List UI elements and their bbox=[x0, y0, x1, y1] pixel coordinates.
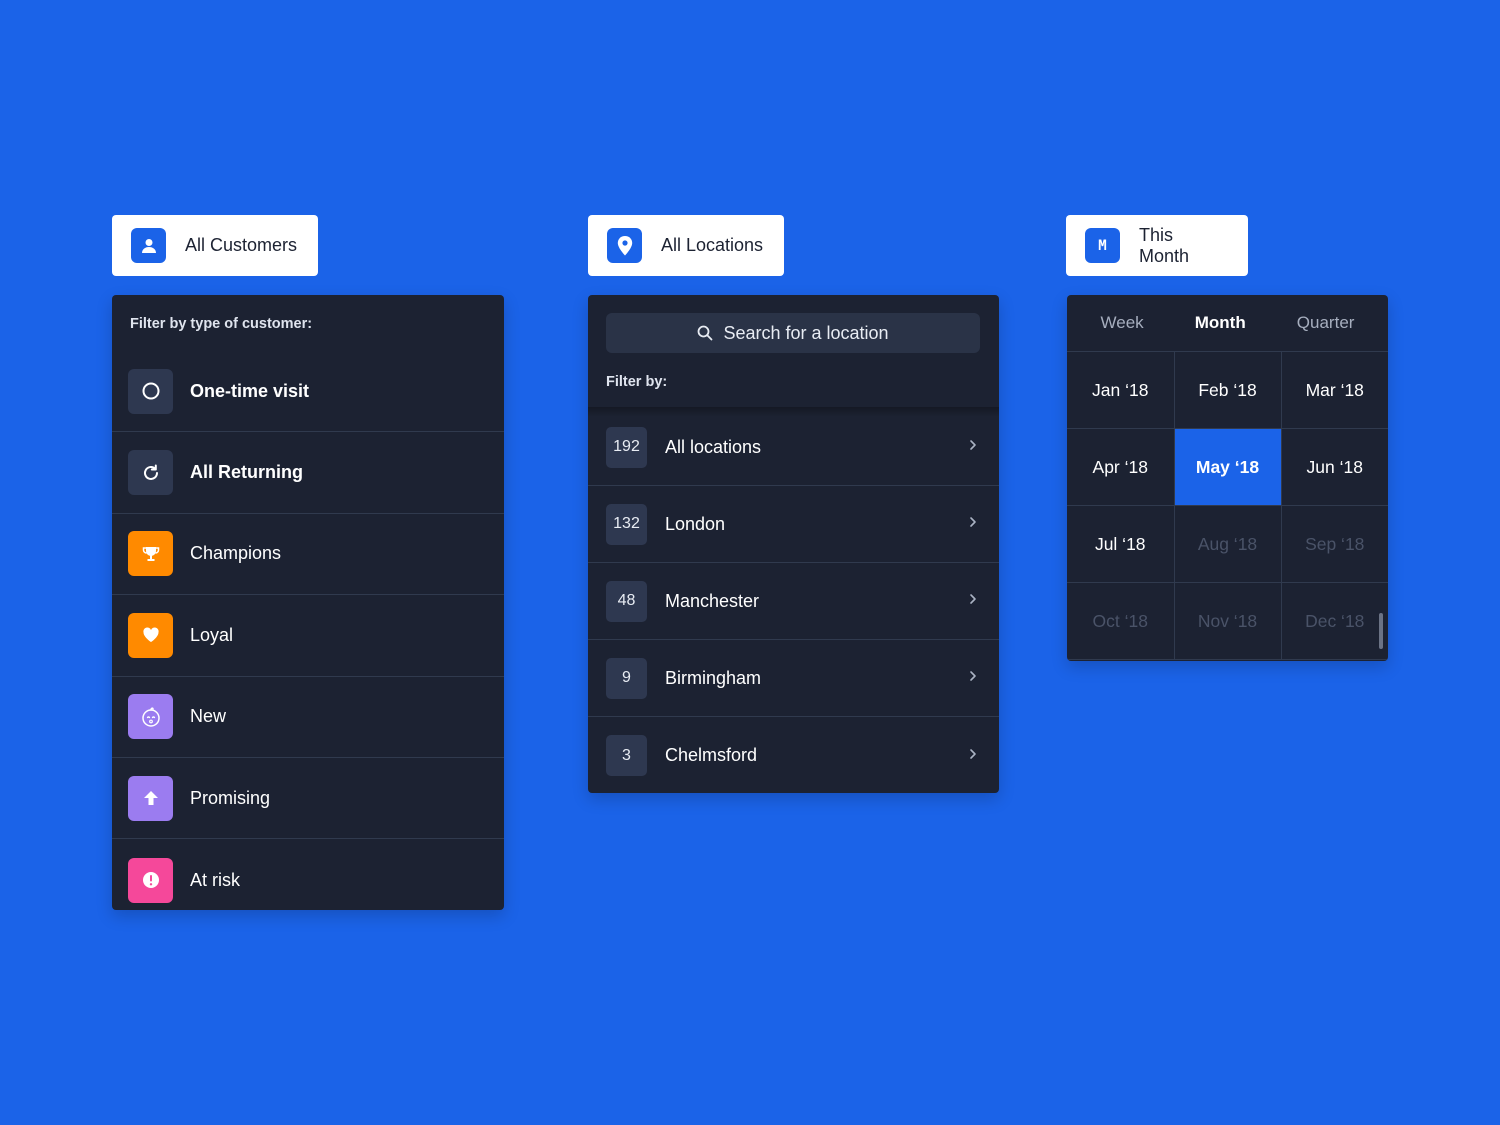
location-count-badge: 132 bbox=[606, 503, 647, 545]
location-filter-panel: Search for a location Filter by: 192 All … bbox=[588, 295, 999, 793]
heart-icon bbox=[128, 612, 173, 658]
all-customers-button[interactable]: All Customers bbox=[112, 215, 318, 276]
customer-type-all-returning[interactable]: All Returning bbox=[112, 432, 504, 514]
customer-type-label: All Returning bbox=[190, 462, 303, 483]
this-month-button[interactable]: M This Month bbox=[1066, 215, 1248, 276]
month-cell[interactable]: Mar ‘18 bbox=[1281, 352, 1388, 429]
customer-type-label: At risk bbox=[190, 869, 241, 890]
period-picker-panel: Week Month Quarter Jan ‘18 Feb ‘18 Mar ‘18 Ap… bbox=[1067, 295, 1388, 661]
month-cell: Nov ‘18 bbox=[1174, 583, 1282, 660]
chevron-right-icon bbox=[969, 515, 977, 533]
search-icon bbox=[698, 325, 713, 341]
month-cell[interactable]: Feb ‘18 bbox=[1174, 352, 1282, 429]
month-cell[interactable]: Jun ‘18 bbox=[1281, 429, 1388, 506]
month-cell[interactable]: Apr ‘18 bbox=[1067, 429, 1175, 506]
month-cell: Oct ‘18 bbox=[1067, 583, 1175, 660]
customer-type-champions[interactable]: Champions bbox=[112, 514, 504, 596]
tab-month[interactable]: Month bbox=[1195, 313, 1246, 333]
list-shadow bbox=[588, 407, 999, 417]
customer-type-label: Loyal bbox=[190, 624, 234, 645]
location-label: All locations bbox=[665, 436, 762, 457]
tab-quarter[interactable]: Quarter bbox=[1297, 313, 1355, 333]
location-row-chelmsford[interactable]: 3 Chelmsford bbox=[588, 717, 999, 793]
month-cell[interactable]: Jan ‘18 bbox=[1067, 352, 1175, 429]
location-label: Birmingham bbox=[665, 667, 762, 688]
customer-filter-panel: Filter by type of customer: One-time vis… bbox=[112, 295, 504, 910]
location-count-badge: 48 bbox=[606, 580, 647, 622]
customer-type-new[interactable]: New bbox=[112, 677, 504, 758]
trophy-icon bbox=[128, 531, 173, 577]
chevron-right-icon bbox=[969, 669, 977, 687]
this-month-label: This Month bbox=[1138, 224, 1190, 266]
location-filter-heading: Filter by: bbox=[606, 374, 668, 390]
location-label: Chelmsford bbox=[665, 745, 758, 765]
customer-type-label: One-time visit bbox=[190, 380, 310, 401]
chevron-right-icon bbox=[969, 747, 977, 765]
all-locations-button[interactable]: All Locations bbox=[588, 215, 784, 276]
month-cell: Aug ‘18 bbox=[1174, 506, 1282, 583]
customer-type-label: Promising bbox=[190, 787, 271, 808]
period-tabs: Week Month Quarter bbox=[1067, 295, 1388, 352]
location-pin-icon bbox=[607, 228, 642, 263]
month-cell: Dec ‘18 bbox=[1281, 583, 1388, 660]
circle-outline-icon bbox=[128, 368, 173, 414]
scrollbar[interactable] bbox=[1379, 613, 1383, 649]
all-locations-label: All Locations bbox=[661, 235, 764, 255]
arrow-up-icon bbox=[128, 775, 173, 821]
location-count-badge: 9 bbox=[606, 657, 647, 699]
location-label: London bbox=[665, 513, 726, 534]
location-row-all-locations[interactable]: 192 All locations bbox=[588, 409, 999, 486]
customer-type-at-risk[interactable]: At risk bbox=[112, 839, 504, 910]
chevron-right-icon bbox=[969, 592, 977, 610]
search-placeholder: Search for a location bbox=[723, 322, 889, 343]
chevron-right-icon bbox=[969, 438, 977, 456]
month-letter-icon: M bbox=[1085, 228, 1120, 263]
location-list: 192 All locations 132 London 48 Manchester 9 Bi… bbox=[588, 409, 999, 793]
customer-type-label: Champions bbox=[190, 543, 282, 564]
location-count-badge: 192 bbox=[606, 426, 647, 468]
refresh-icon bbox=[128, 450, 173, 496]
location-count-badge: 3 bbox=[606, 735, 647, 776]
customer-type-one-time-visit[interactable]: One-time visit bbox=[112, 351, 504, 433]
alert-icon bbox=[128, 857, 173, 903]
customer-type-list: One-time visit All Returning Champions Loya… bbox=[112, 351, 504, 910]
month-cell[interactable]: Jul ‘18 bbox=[1067, 506, 1175, 583]
location-row-birmingham[interactable]: 9 Birmingham bbox=[588, 640, 999, 717]
location-label: Manchester bbox=[665, 590, 760, 611]
month-cell: Sep ‘18 bbox=[1281, 506, 1388, 583]
month-cell[interactable]: May ‘18 bbox=[1174, 429, 1282, 506]
month-grid: Jan ‘18 Feb ‘18 Mar ‘18 Apr ‘18 May ‘18 Jun ‘… bbox=[1067, 352, 1388, 660]
tab-week[interactable]: Week bbox=[1101, 313, 1144, 333]
customer-type-loyal[interactable]: Loyal bbox=[112, 595, 504, 677]
baby-face-icon bbox=[128, 694, 173, 740]
location-row-london[interactable]: 132 London bbox=[588, 486, 999, 563]
customer-type-label: New bbox=[190, 706, 227, 727]
all-customers-label: All Customers bbox=[185, 235, 298, 255]
location-search-input[interactable]: Search for a location bbox=[606, 313, 980, 353]
location-row-manchester[interactable]: 48 Manchester bbox=[588, 563, 999, 640]
customer-filter-heading: Filter by type of customer: bbox=[130, 316, 313, 332]
customer-type-promising[interactable]: Promising bbox=[112, 758, 504, 840]
user-icon bbox=[131, 228, 166, 263]
